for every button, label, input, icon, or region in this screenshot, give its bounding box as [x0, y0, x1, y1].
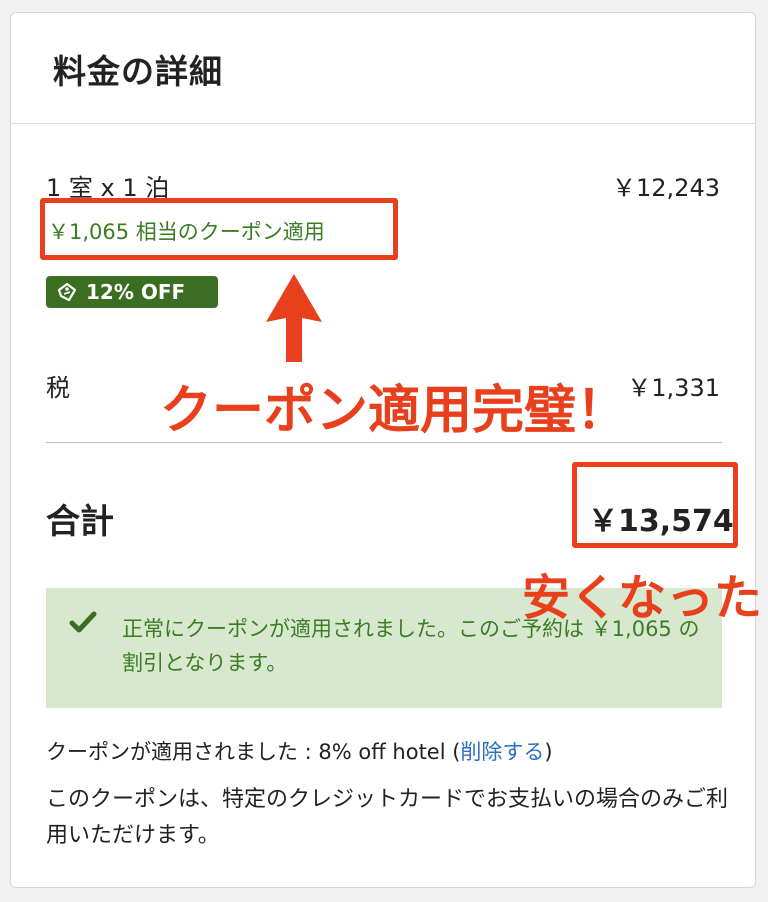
- coupon-highlight-box: [40, 198, 398, 260]
- annotation-coupon-perfect: クーポン適用完璧！: [160, 381, 629, 441]
- card-title: 料金の詳細: [53, 52, 223, 91]
- coupon-tag-icon: [57, 282, 77, 302]
- applied-coupon-suffix: ): [544, 740, 553, 764]
- annotation-cheaper: 安くなった: [522, 570, 763, 626]
- total-highlight-box: [572, 462, 738, 548]
- remove-coupon-link[interactable]: 削除する: [460, 740, 544, 764]
- checkmark-icon: [69, 611, 97, 633]
- tax-label: 税: [46, 374, 70, 402]
- card-header: 料金の詳細: [11, 13, 755, 124]
- discount-badge-label: 12% OFF: [86, 280, 186, 304]
- annotation-arrow-icon: [266, 274, 322, 362]
- room-price: ￥12,243: [612, 174, 720, 202]
- coupon-restriction-note: このクーポンは、特定のクレジットカードでお支払いの場合のみご利用いただけます。: [46, 787, 729, 848]
- applied-coupon-line: クーポンが適用されました : 8% off hotel (削除する): [46, 736, 553, 766]
- total-label: 合計: [46, 502, 114, 542]
- discount-badge: 12% OFF: [46, 276, 218, 308]
- applied-coupon-text: クーポンが適用されました : 8% off hotel (: [46, 740, 461, 764]
